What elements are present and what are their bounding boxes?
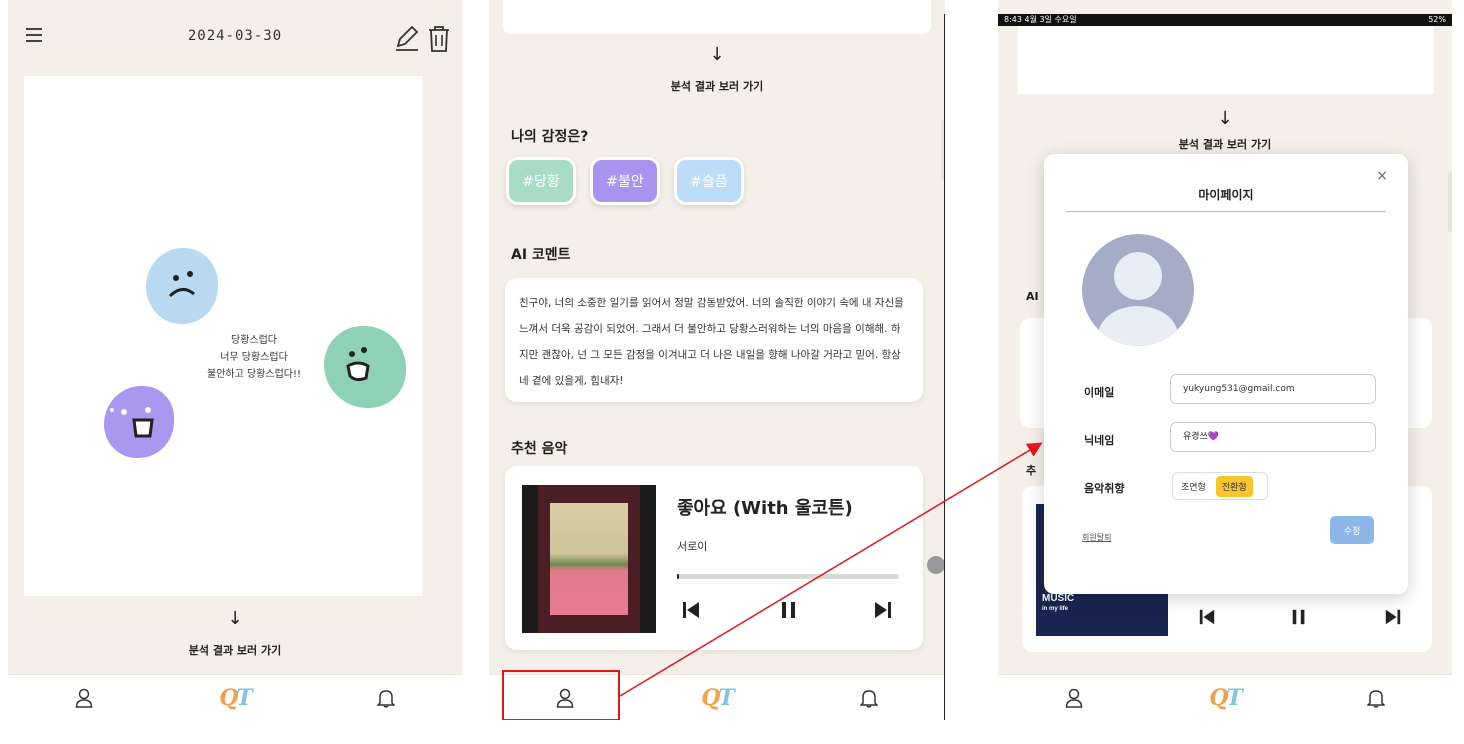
- next-icon[interactable]: [1384, 608, 1408, 630]
- mypage-modal: × 마이페이지 이메일 yukyung531@gmail.com 닉네임 유경쓰…: [1044, 154, 1408, 594]
- goto-analysis-link[interactable]: 분석 결과 보러 가기: [998, 136, 1452, 152]
- logo-t: T: [236, 684, 252, 711]
- pref-option[interactable]: 조연형: [1175, 476, 1212, 497]
- emotion-tag[interactable]: #불안: [590, 157, 660, 205]
- thumb-sub: in my life: [1042, 606, 1069, 612]
- diary-entry: 당황스럽다 너무 당황스럽다 불안하고 당황스럽다!!: [174, 332, 334, 383]
- bell-icon[interactable]: [373, 685, 399, 711]
- highlight-box: [502, 670, 620, 720]
- thumb-title: MUSIC: [1042, 593, 1075, 604]
- user-icon[interactable]: [1061, 685, 1087, 711]
- logo-t: T: [1226, 684, 1242, 711]
- emotion-tag[interactable]: #당황: [506, 157, 576, 205]
- anxious-emotion-blob: [104, 386, 174, 458]
- scroll-handle[interactable]: [1448, 172, 1452, 232]
- nickname-label: 닉네임: [1084, 434, 1115, 447]
- music-pref-toggle: 조연형 전환형: [1172, 472, 1268, 500]
- logo-t: T: [718, 684, 734, 711]
- goto-analysis-link[interactable]: 분석 결과 보러 가기: [8, 642, 462, 658]
- surprised-emotion-blob: [324, 326, 406, 408]
- close-icon[interactable]: ×: [1376, 168, 1388, 184]
- logo-q: Q: [219, 684, 238, 711]
- arrow-down-icon[interactable]: ↓: [489, 44, 945, 65]
- pref-option-selected[interactable]: 전환형: [1215, 475, 1253, 497]
- diary-canvas: 당황스럽다 너무 당황스럽다 불안하고 당황스럽다!!: [24, 76, 422, 596]
- email-label: 이메일: [1084, 386, 1115, 399]
- ai-comment-title: AI 코멘트: [511, 247, 571, 263]
- save-button[interactable]: 수정: [1330, 516, 1374, 544]
- edit-icon[interactable]: [394, 24, 420, 56]
- diary-preview-box: [1018, 26, 1434, 94]
- avatar[interactable]: [1082, 234, 1194, 346]
- modal-title: 마이페이지: [1198, 188, 1254, 202]
- bottom-nav: QT: [8, 674, 462, 720]
- album-cover: [522, 485, 656, 633]
- bell-icon[interactable]: [856, 685, 882, 711]
- previous-icon[interactable]: [1198, 608, 1222, 630]
- bg-ai-title: AI: [1026, 290, 1039, 303]
- diary-preview-box: [503, 0, 931, 34]
- music-title: 추천 음악: [511, 441, 568, 457]
- app-logo[interactable]: QT: [1209, 684, 1243, 711]
- artist-name: 서로이: [677, 540, 708, 553]
- sad-emotion-blob: [146, 248, 218, 324]
- diary-header: 2024-03-30: [8, 18, 462, 62]
- status-time: 8:43 4월 3일 수요일: [1004, 15, 1077, 24]
- diary-line: 당황스럽다: [231, 335, 277, 346]
- emotions-title: 나의 감정은?: [511, 129, 589, 145]
- music-card: 좋아요 (With 울코튼) 서로이: [505, 466, 923, 650]
- ai-comment-text: 친구야, 너의 소중한 일기를 읽어서 정말 감동받았어. 너의 솔직한 이야기…: [519, 297, 904, 387]
- diary-line: 불안하고 당황스럽다!!: [207, 369, 301, 380]
- panel-divider: [944, 14, 945, 720]
- trash-icon[interactable]: [426, 24, 452, 58]
- ai-comment-box: 친구야, 너의 소중한 일기를 읽어서 정말 감동받았어. 너의 솔직한 이야기…: [505, 278, 923, 402]
- withdraw-link[interactable]: 회원탈퇴: [1082, 532, 1111, 543]
- status-battery: 52%: [1428, 15, 1446, 24]
- logo-q: Q: [701, 684, 720, 711]
- status-bar: 8:43 4월 3일 수요일 52%: [998, 14, 1452, 26]
- mypage-screen: 8:43 4월 3일 수요일 52% ↓ 분석 결과 보러 가기 AI 추 MU…: [998, 0, 1452, 720]
- app-logo[interactable]: QT: [701, 684, 735, 711]
- nickname-field[interactable]: 유경쓰💜: [1170, 422, 1376, 452]
- progress-bar[interactable]: [677, 574, 899, 579]
- analysis-screen: ↓ 분석 결과 보러 가기 나의 감정은? #당황 #불안 #슬픔 AI 코멘트…: [489, 0, 945, 720]
- goto-analysis-link[interactable]: 분석 결과 보러 가기: [489, 78, 945, 94]
- modal-divider: [1066, 211, 1386, 212]
- email-field[interactable]: yukyung531@gmail.com: [1170, 374, 1376, 404]
- app-logo[interactable]: QT: [219, 684, 253, 711]
- diary-screen: 2024-03-30 당황스럽다 너무 당황스럽다 불안하고 당황스럽다!! ↓…: [8, 0, 462, 720]
- next-icon[interactable]: [873, 600, 897, 622]
- pause-icon[interactable]: [779, 600, 803, 622]
- diary-line: 너무 당황스럽다: [220, 352, 288, 363]
- bell-icon[interactable]: [1363, 685, 1389, 711]
- bg-music-title: 추: [1026, 464, 1037, 477]
- music-pref-label: 음악취향: [1084, 482, 1125, 495]
- logo-q: Q: [1209, 684, 1228, 711]
- bottom-nav: QT: [998, 674, 1452, 720]
- pencil-fab-icon[interactable]: [927, 556, 945, 574]
- pause-icon[interactable]: [1290, 608, 1314, 630]
- previous-icon[interactable]: [681, 600, 705, 622]
- user-icon[interactable]: [71, 685, 97, 711]
- arrow-down-icon[interactable]: ↓: [998, 108, 1452, 129]
- emotion-tag[interactable]: #슬픔: [674, 157, 744, 205]
- song-title: 좋아요 (With 울코튼): [677, 498, 853, 519]
- arrow-down-icon[interactable]: ↓: [8, 608, 462, 629]
